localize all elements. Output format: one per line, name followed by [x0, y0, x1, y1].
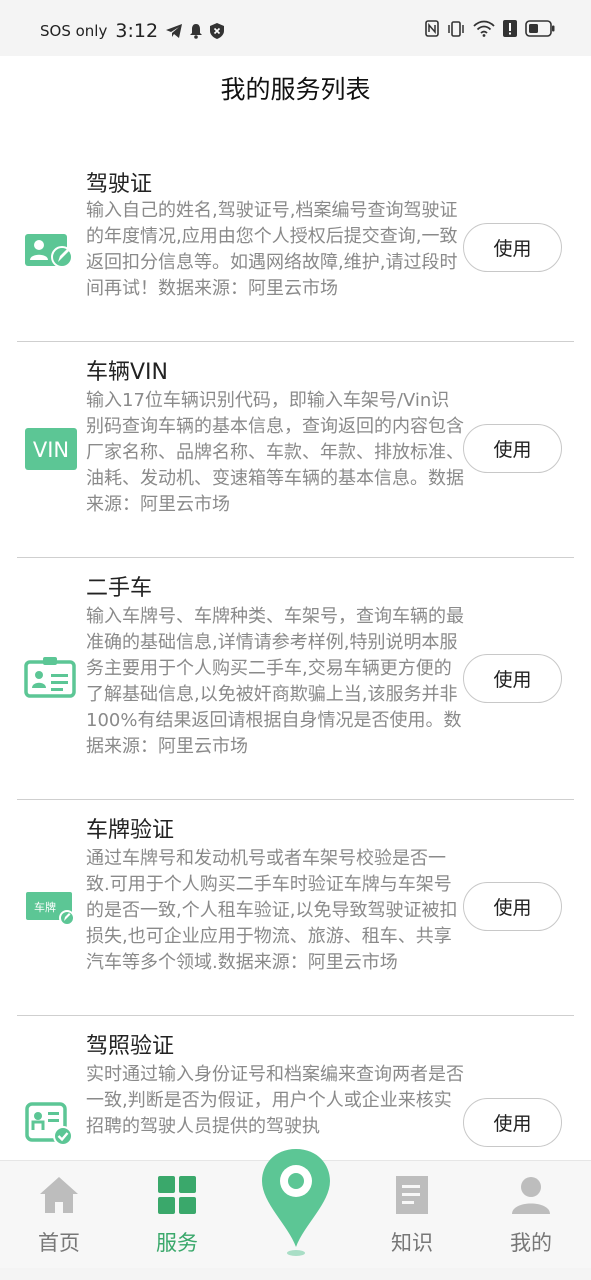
service-description: 通过车牌号和发动机号或者车架号校验是否一致.可用于个人购买二手车时验证车牌与车架… — [86, 848, 458, 973]
service-description: 实时通过输入身份证号和档案编来查询两者是否一致,判断是否为假证，用户个人或企业来… — [86, 1064, 464, 1137]
tab-mine-label: 我的 — [510, 1231, 552, 1255]
bottom-tab-bar: 首页 服务 知识 我的 — [0, 1149, 591, 1269]
tab-home-label: 首页 — [38, 1231, 80, 1255]
service-description: 输入自己的姓名,驾驶证号,档案编号查询驾驶证的年度情况,应用由您个人授权后提交查… — [86, 200, 458, 299]
status-bar: SOS only 3:12 — [0, 0, 591, 56]
status-right — [417, 20, 555, 37]
service-item-used-car: 二手车 输入车牌号、车牌种类、车架号，查询车辆的最准确的基础信息,详情请参考样例… — [17, 558, 574, 800]
status-left: SOS only 3:12 — [40, 20, 231, 42]
home-icon — [39, 1175, 79, 1215]
wifi-icon — [473, 20, 495, 37]
service-item-plate-verify: 车牌验证 通过车牌号和发动机号或者车架号校验是否一致.可用于个人购买二手车时验证… — [17, 800, 574, 1016]
svg-text:车牌: 车牌 — [34, 900, 56, 914]
shield-icon — [210, 23, 225, 39]
vibrate-icon — [447, 20, 465, 37]
grid-icon — [157, 1175, 197, 1215]
gesture-bar-area — [0, 1268, 591, 1280]
license-plate-icon: 车牌 — [24, 888, 78, 932]
tab-knowledge[interactable]: 知识 — [362, 1161, 462, 1269]
service-name: 驾驶证 — [86, 172, 153, 197]
service-name: 车牌验证 — [86, 818, 175, 843]
tab-service[interactable]: 服务 — [127, 1161, 227, 1269]
tab-location[interactable] — [258, 1147, 334, 1257]
clock: 3:12 — [115, 20, 159, 42]
use-button[interactable]: 使用 — [463, 882, 562, 931]
bell-icon — [189, 23, 203, 39]
tab-home[interactable]: 首页 — [9, 1161, 109, 1269]
license-verify-icon — [24, 1102, 78, 1146]
use-button[interactable]: 使用 — [463, 223, 562, 272]
document-icon — [392, 1175, 432, 1215]
location-pin-icon — [258, 1147, 334, 1261]
page-title: 我的服务列表 — [220, 75, 371, 104]
tab-knowledge-label: 知识 — [391, 1231, 433, 1255]
vin-icon: VIN — [24, 428, 78, 472]
service-name: 驾照验证 — [86, 1034, 175, 1059]
driver-license-icon — [24, 229, 78, 273]
battery-icon — [525, 20, 555, 37]
service-item-driver-license: 驾驶证 输入自己的姓名,驾驶证号,档案编号查询驾驶证的年度情况,应用由您个人授权… — [17, 160, 574, 342]
svg-text:VIN: VIN — [33, 438, 69, 462]
telegram-icon — [166, 24, 183, 38]
service-item-vin: 车辆VIN 输入17位车辆识别代码，即输入车架号/Vin识别码查询车辆的基本信息… — [17, 342, 574, 558]
service-description: 输入车牌号、车牌种类、车架号，查询车辆的最准确的基础信息,详情请参考样例,特别说… — [86, 606, 464, 757]
service-item-license-verify: 驾照验证 实时通过输入身份证号和档案编来查询两者是否一致,判断是否为假证，用户个… — [17, 1016, 574, 1160]
use-button[interactable]: 使用 — [463, 424, 562, 473]
user-icon — [511, 1175, 551, 1215]
service-name: 二手车 — [86, 576, 153, 601]
tab-mine[interactable]: 我的 — [481, 1161, 581, 1269]
carrier-text: SOS only — [40, 22, 108, 40]
service-page: 我的服务列表 驾驶证 输入自己的姓名,驾驶证号,档案编号查询驾驶证的年度情况,应… — [0, 56, 591, 1160]
tab-service-label: 服务 — [156, 1231, 198, 1255]
use-button[interactable]: 使用 — [463, 1098, 562, 1147]
use-button[interactable]: 使用 — [463, 654, 562, 703]
service-description: 输入17位车辆识别代码，即输入车架号/Vin识别码查询车辆的基本信息，查询返回的… — [86, 390, 464, 515]
nfc-icon — [425, 20, 439, 37]
id-card-icon — [24, 656, 78, 700]
alert-icon — [503, 20, 517, 37]
service-list: 驾驶证 输入自己的姓名,驾驶证号,档案编号查询驾驶证的年度情况,应用由您个人授权… — [0, 160, 591, 1160]
service-name: 车辆VIN — [86, 360, 168, 385]
